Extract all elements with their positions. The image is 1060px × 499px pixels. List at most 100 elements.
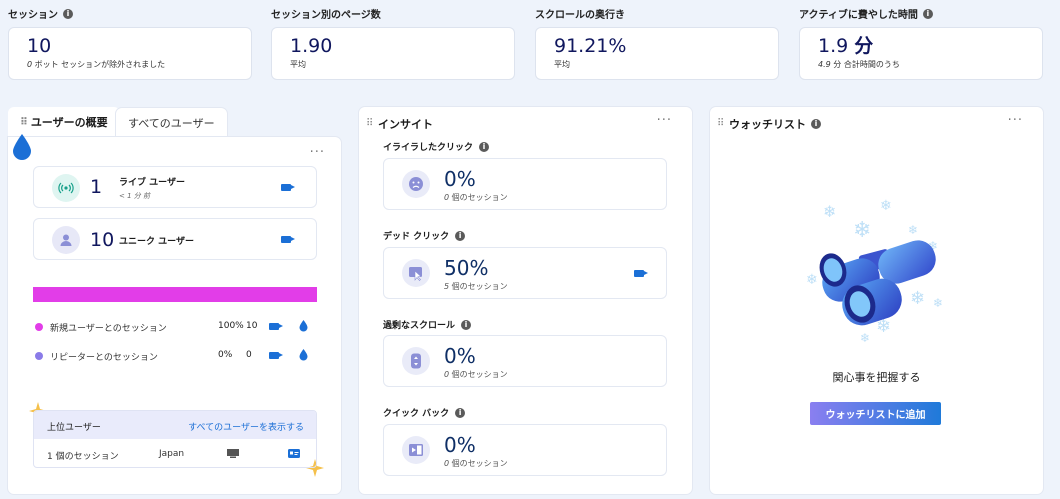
droplet-icon xyxy=(13,134,31,160)
insight-value: 0% xyxy=(444,167,476,191)
insight-value: 0% xyxy=(444,433,476,457)
insight-sub: 0 個のセッション xyxy=(444,370,508,379)
top-users-title: 上位ユーザー xyxy=(47,423,101,433)
insight-label: デッド クリック i xyxy=(383,229,466,242)
users-panel: ⠿ ユーザーの概要 すべてのユーザー ··· 1 ライブ ユーザー < 1 分 … xyxy=(8,107,341,494)
metric-title: セッション別のページ数 xyxy=(271,10,381,21)
video-camera-icon[interactable] xyxy=(269,352,283,359)
insights-panel: ⠿ インサイト ··· イライラしたクリック i 0% 0 個のセッション デッド… xyxy=(359,107,692,494)
view-all-users-link[interactable]: すべてのユーザーを表示する xyxy=(188,420,304,433)
video-camera-icon[interactable] xyxy=(281,184,295,191)
watchlist-panel: ⠿ ウォッチリスト i ··· ❄ ❄ ❄ ❄ ❄ ❄ ❄ ❄ ❄ ❄ 関心事を… xyxy=(710,107,1043,494)
back-arrow-icon xyxy=(402,436,430,464)
info-icon[interactable]: i xyxy=(63,8,73,19)
more-options-icon[interactable]: ··· xyxy=(1008,113,1023,128)
svg-text:❄: ❄ xyxy=(806,272,818,288)
metric-value: 91.21% xyxy=(554,35,627,57)
metric-card: 91.21% 平均 xyxy=(535,27,779,80)
svg-text:❄: ❄ xyxy=(880,198,892,214)
svg-text:❄: ❄ xyxy=(933,296,943,310)
cursor-click-icon xyxy=(402,259,430,287)
legend-label: 新規ユーザーとのセッション xyxy=(50,324,167,334)
frown-face-icon xyxy=(402,170,430,198)
info-icon[interactable]: i xyxy=(455,230,466,241)
heatmap-icon[interactable] xyxy=(299,349,308,361)
unique-users-label: ユニーク ユーザー xyxy=(119,237,194,247)
more-options-icon[interactable]: ··· xyxy=(657,113,672,128)
legend-row-new: 新規ユーザーとのセッション 100% 10 xyxy=(35,320,325,334)
video-camera-icon[interactable] xyxy=(281,236,295,243)
info-icon[interactable]: i xyxy=(479,141,490,152)
drag-handle-icon[interactable]: ⠿ xyxy=(20,117,28,128)
legend-swatch xyxy=(35,323,43,331)
metric-card: 1.9 分 4.9 分 合計時間のうち xyxy=(799,27,1043,80)
legend-swatch xyxy=(35,352,43,360)
legend-count: 10 xyxy=(246,321,258,331)
desktop-icon xyxy=(227,449,239,458)
info-icon[interactable]: i xyxy=(922,8,933,19)
user-icon xyxy=(52,226,80,254)
legend-pct: 100% xyxy=(218,321,244,331)
tab-all-users[interactable]: すべてのユーザー xyxy=(116,108,227,137)
more-options-icon[interactable]: ··· xyxy=(310,145,325,160)
metric-sub: 0 ボット セッションが除外されました xyxy=(27,60,166,69)
new-user-share-fill xyxy=(33,287,317,302)
user-share-bar xyxy=(33,287,317,302)
insight-label: イライラしたクリック i xyxy=(383,140,490,153)
legend-pct: 0% xyxy=(218,350,233,360)
binoculars-illustration: ❄ ❄ ❄ ❄ ❄ ❄ ❄ ❄ ❄ ❄ xyxy=(806,198,943,342)
insight-sub: 0 個のセッション xyxy=(444,193,508,202)
metric-value: 1.9 分 xyxy=(818,35,874,57)
svg-text:❄: ❄ xyxy=(860,331,870,342)
unique-users-count: 10 xyxy=(90,229,115,251)
insight-label: 過剰なスクロール i xyxy=(383,318,472,331)
legend-count: 0 xyxy=(246,350,252,360)
insight-sub: 0 個のセッション xyxy=(444,459,508,468)
info-icon[interactable]: i xyxy=(811,119,821,129)
insight-dead-clicks[interactable]: 50% 5 個のセッション xyxy=(383,247,667,299)
insight-quick-backs[interactable]: 0% 0 個のセッション xyxy=(383,424,667,476)
heatmap-icon[interactable] xyxy=(299,320,308,332)
row-sessions: 1 個のセッション xyxy=(47,452,119,462)
info-icon[interactable]: i xyxy=(461,319,472,330)
unique-users-card[interactable]: 10 ユニーク ユーザー xyxy=(33,218,317,260)
panel-title: インサイト xyxy=(378,118,433,131)
metric-title: スクロールの奥行き xyxy=(535,10,625,21)
legend-label: リピーターとのセッション xyxy=(50,353,158,363)
top-users-header: 上位ユーザー すべてのユーザーを表示する xyxy=(34,411,316,439)
live-signal-icon xyxy=(52,174,80,202)
metric-value: 10 xyxy=(27,35,52,57)
metric-pages-per-session: セッション別のページ数 1.90 平均 xyxy=(271,6,515,80)
live-users-card[interactable]: 1 ライブ ユーザー < 1 分 前 xyxy=(33,166,317,208)
svg-text:❄: ❄ xyxy=(910,288,925,309)
live-users-count: 1 xyxy=(90,176,103,198)
video-camera-icon[interactable] xyxy=(634,270,648,277)
watchlist-message: 関心事を把握する xyxy=(832,371,921,384)
panel-header: ウォッチリスト i xyxy=(729,116,821,132)
metric-title: アクティブに費やした時間 xyxy=(799,10,918,21)
tab-label: すべてのユーザー xyxy=(128,116,215,130)
info-icon[interactable]: i xyxy=(455,407,466,418)
users-panel-body: ··· 1 ライブ ユーザー < 1 分 前 10 ユニーク ユーザー 新規ユー… xyxy=(8,134,341,494)
drag-handle-icon[interactable]: ⠿ xyxy=(717,118,724,129)
insight-excessive-scrolling[interactable]: 0% 0 個のセッション xyxy=(383,335,667,387)
insight-sub: 5 個のセッション xyxy=(444,282,508,291)
insight-value: 0% xyxy=(444,344,476,368)
svg-text:❄: ❄ xyxy=(853,218,871,243)
live-users-sub: < 1 分 前 xyxy=(119,192,150,200)
insight-value: 50% xyxy=(444,256,489,280)
insight-label: クイック バック i xyxy=(383,406,466,419)
add-to-watchlist-button[interactable]: ウォッチリストに追加 xyxy=(810,402,941,425)
video-camera-icon[interactable] xyxy=(269,323,283,330)
insight-rage-clicks[interactable]: 0% 0 個のセッション xyxy=(383,158,667,210)
drag-handle-icon[interactable]: ⠿ xyxy=(366,118,373,129)
table-row[interactable]: 1 個のセッション Japan xyxy=(34,439,316,467)
id-card-icon[interactable] xyxy=(288,449,300,458)
metric-sessions: セッション i 10 0 ボット セッションが除外されました xyxy=(8,6,252,80)
top-users-table: 上位ユーザー すべてのユーザーを表示する 1 個のセッション Japan xyxy=(33,410,317,468)
metric-card: 1.90 平均 xyxy=(271,27,515,80)
row-country: Japan xyxy=(159,449,185,459)
panel-title: ウォッチリスト xyxy=(729,118,806,131)
scroll-icon xyxy=(402,347,430,375)
metric-title: セッション xyxy=(8,10,58,21)
